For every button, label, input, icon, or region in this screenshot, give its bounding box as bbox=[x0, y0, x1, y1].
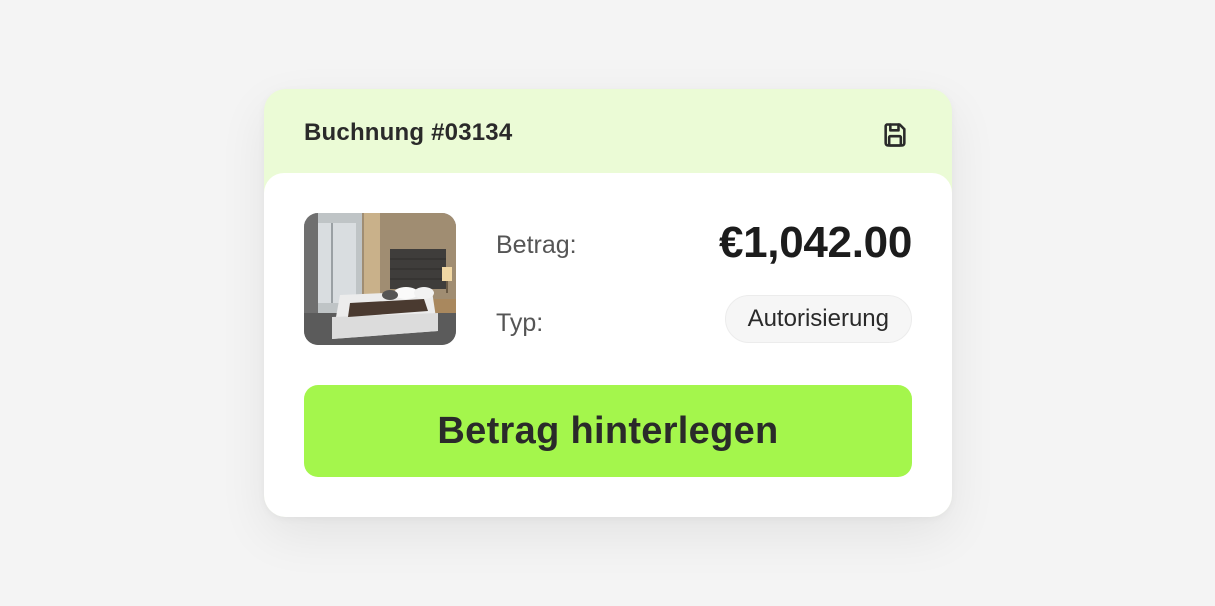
deposit-amount-button[interactable]: Betrag hinterlegen bbox=[304, 385, 912, 477]
hotel-room-image bbox=[304, 213, 456, 345]
amount-value: €1,042.00 bbox=[718, 218, 912, 267]
booking-card: Buchnung #03134 Betrag: €1,042.00 Typ: A… bbox=[264, 89, 952, 517]
type-label: Typ: bbox=[496, 309, 544, 337]
save-icon bbox=[884, 123, 906, 147]
amount-label: Betrag: bbox=[496, 231, 577, 259]
booking-title: Buchnung #03134 bbox=[304, 119, 513, 146]
card-body: Betrag: €1,042.00 Typ: Autorisierung Bet… bbox=[264, 173, 952, 517]
type-badge: Autorisierung bbox=[724, 295, 912, 343]
save-button[interactable] bbox=[876, 116, 914, 154]
card-header: Buchnung #03134 bbox=[264, 89, 952, 177]
